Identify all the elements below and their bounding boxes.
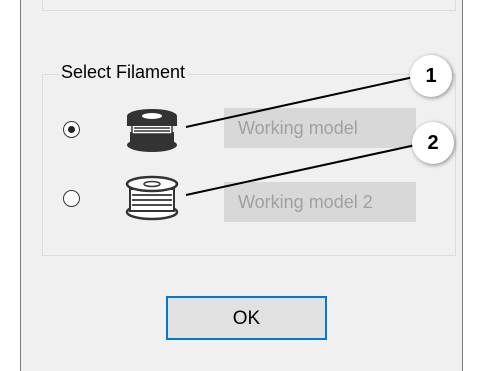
callout-2-leader	[185, 140, 435, 196]
callout-1-badge: 1	[410, 55, 452, 97]
callout-2-badge: 2	[412, 122, 454, 164]
callout-leaders	[185, 72, 435, 196]
callout-1-leader	[185, 72, 433, 128]
